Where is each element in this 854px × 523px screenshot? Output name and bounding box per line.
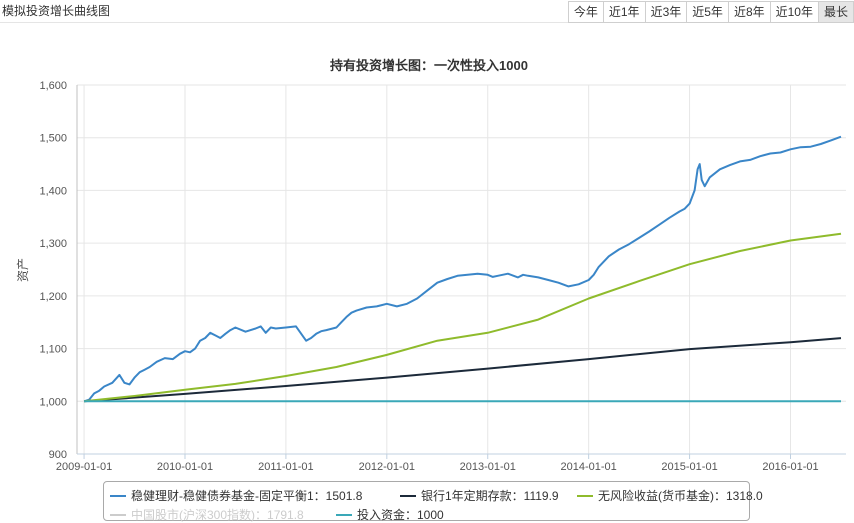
x-tick-label: 2016-01-01 bbox=[762, 461, 818, 473]
legend-swatch bbox=[577, 494, 593, 497]
legend-label: 中国股市(沪深300指数)：1791.8 bbox=[131, 508, 304, 522]
y-tick-label: 900 bbox=[49, 449, 67, 461]
y-tick-label: 1,100 bbox=[39, 344, 67, 356]
legend-swatch bbox=[336, 513, 352, 516]
legend-item-0[interactable]: 稳健理财-稳健债券基金-固定平衡1：1501.8 bbox=[110, 487, 362, 504]
chart-title: 持有投资增长图：一次性投入1000 bbox=[330, 58, 528, 73]
legend-item-1[interactable]: 银行1年定期存款：1119.9 bbox=[400, 487, 559, 504]
x-tick-label: 2013-01-01 bbox=[460, 461, 516, 473]
x-tick-label: 2011-01-01 bbox=[258, 461, 313, 473]
legend-label: 投入资金：1000 bbox=[357, 508, 444, 522]
series-line-0 bbox=[83, 135, 842, 403]
x-tick-label: 2010-01-01 bbox=[157, 461, 213, 473]
y-tick-label: 1,300 bbox=[39, 238, 67, 250]
legend-label: 银行1年定期存款：1119.9 bbox=[421, 489, 559, 503]
growth-chart: 持有投资增长图：一次性投入1000 900 1,000 1,100 1,200 1,300… bbox=[16, 58, 846, 473]
legend-item-3[interactable]: 中国股市(沪深300指数)：1791.8 bbox=[110, 506, 304, 523]
legend-label: 稳健理财-稳健债券基金-固定平衡1：1501.8 bbox=[131, 489, 363, 503]
x-tick-label: 2015-01-01 bbox=[661, 461, 717, 473]
legend-label: 无风险收益(货币基金)：1318.0 bbox=[598, 489, 763, 503]
chart-legend: 稳健理财-稳健债券基金-固定平衡1：1501.8 银行1年定期存款：1119.9 无… bbox=[103, 481, 763, 523]
x-tick-label: 2009-01-01 bbox=[56, 461, 112, 473]
legend-item-2[interactable]: 无风险收益(货币基金)：1318.0 bbox=[577, 487, 763, 504]
x-tick-label: 2014-01-01 bbox=[561, 461, 617, 473]
series-line-2 bbox=[83, 232, 842, 403]
legend-swatch bbox=[110, 513, 126, 516]
y-tick-label: 1,400 bbox=[39, 185, 67, 197]
series-line-1 bbox=[84, 337, 842, 403]
y-tick-label: 1,500 bbox=[39, 133, 67, 145]
legend-item-4[interactable]: 投入资金：1000 bbox=[336, 506, 444, 523]
legend-swatch bbox=[110, 494, 126, 497]
legend-swatch bbox=[400, 494, 416, 497]
y-tick-label: 1,200 bbox=[39, 291, 67, 303]
y-tick-label: 1,600 bbox=[39, 80, 67, 92]
x-tick-label: 2012-01-01 bbox=[359, 461, 415, 473]
y-tick-label: 1,000 bbox=[39, 396, 67, 408]
y-axis-label: 资产 bbox=[16, 258, 30, 282]
